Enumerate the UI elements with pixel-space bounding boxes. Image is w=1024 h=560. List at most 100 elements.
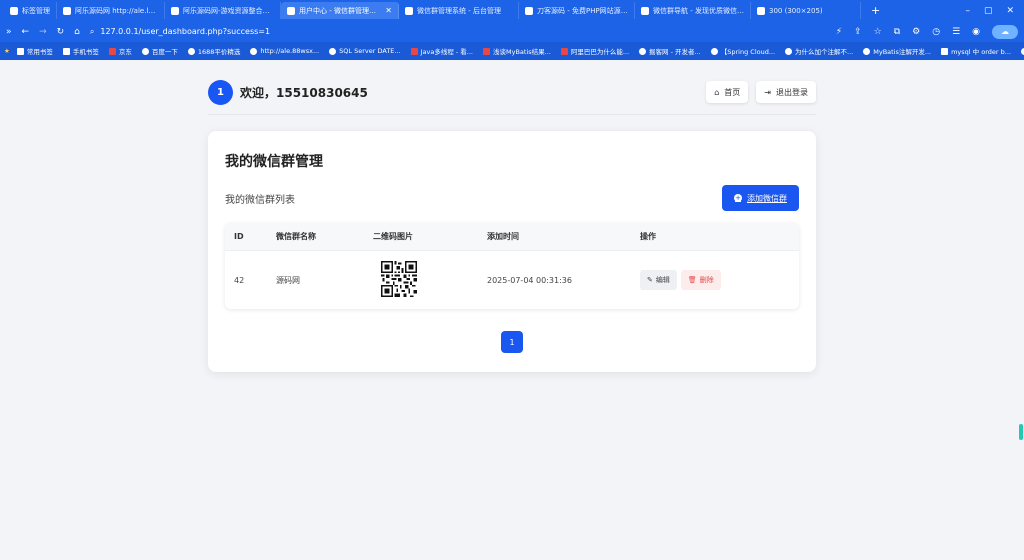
bookmark-6[interactable]: SQL Server DATE... <box>326 47 403 55</box>
bookmark-icon <box>329 47 337 55</box>
logout-button[interactable]: ⇥ 退出登录 <box>756 81 816 103</box>
reload-icon[interactable]: ↻ <box>57 27 65 37</box>
search-icon: ⌕ <box>89 26 95 36</box>
settings-icon[interactable]: ⚙ <box>912 27 920 37</box>
delete-button[interactable]: 🗑 删除 <box>680 270 721 290</box>
bookmark-icon <box>16 47 24 55</box>
bookmark-0[interactable]: 常用书签 <box>14 46 56 56</box>
tab-favicon-icon <box>287 6 295 15</box>
extensions-icon[interactable]: ⧉ <box>894 27 900 37</box>
add-group-button[interactable]: + 添加微信群 <box>722 185 799 211</box>
bookmark-icon <box>62 47 70 55</box>
history-icon[interactable]: ◷ <box>932 27 940 37</box>
bookmark-13[interactable]: MyBatis注解开发... <box>860 46 934 56</box>
bookmark-icon <box>410 47 418 55</box>
maximize-icon[interactable]: ▢ <box>984 6 993 16</box>
bookmark-star-icon: ★ <box>4 47 10 55</box>
bookmarks-bar: ★ 常用书签 手机书签 京东 百度一下 1688平价精选 http://ale.… <box>0 42 1024 60</box>
groups-table: ID 微信群名称 二维码图片 添加时间 操作 42 源码网 2025-07-04… <box>225 223 799 309</box>
table-row: 42 源码网 2025-07-04 00:31:36 ✎ 编辑 🗑 删除 <box>225 251 799 309</box>
bookmark-2[interactable]: 京东 <box>106 46 135 56</box>
bookmark-icon <box>483 47 490 55</box>
close-window-icon[interactable]: ✕ <box>1006 6 1014 16</box>
profile-icon[interactable]: ◉ <box>972 27 980 37</box>
row-qr <box>373 261 487 299</box>
bookmark-icon <box>941 47 949 55</box>
share-icon[interactable]: ⇪ <box>854 27 862 37</box>
page-content: 1 欢迎，15510830645 ⌂ 首页 ⇥ 退出登录 我的微信群管理 我的微… <box>208 60 816 372</box>
header-divider <box>208 114 816 115</box>
new-tab-icon[interactable]: + <box>861 4 890 17</box>
bookmark-icon <box>785 47 793 55</box>
bookmark-8[interactable]: 浅谈MyBatis结果... <box>480 46 554 56</box>
row-id: 42 <box>234 275 245 285</box>
bookmark-12[interactable]: 为什么加个注解不... <box>782 46 856 56</box>
tab-active[interactable]: 用户中心 - 微信群管理系统 ✕ <box>281 2 399 19</box>
url-text: 127.0.0.1/user_dashboard.php?success=1 <box>100 27 271 36</box>
minimize-icon[interactable]: – <box>965 6 970 16</box>
tab-favicon-icon <box>525 6 533 15</box>
address-bar[interactable]: ⌕ 127.0.0.1/user_dashboard.php?success=1 <box>90 27 270 37</box>
bookmark-5[interactable]: http://ale.88wsx... <box>247 47 322 55</box>
row-name: 源码网 <box>276 275 300 285</box>
welcome-text: 欢迎，15510830645 <box>240 85 368 100</box>
window-controls: – ▢ ✕ <box>965 6 1024 16</box>
edit-icon: ✎ <box>647 276 653 284</box>
row-time: 2025-07-04 00:31:36 <box>487 275 572 285</box>
tab-1[interactable]: 阿乐源码网 http://ale.leleyang... <box>57 2 165 19</box>
bookmark-4[interactable]: 1688平价精选 <box>185 46 244 56</box>
tab-2[interactable]: 阿乐源码网-游戏资源整合网站,本... <box>165 2 281 19</box>
sidebar-toggle-icon[interactable]: » <box>6 27 12 37</box>
bookmark-7[interactable]: Java多线程 - 看... <box>408 46 476 56</box>
bookmark-icon <box>141 47 149 55</box>
edit-button[interactable]: ✎ 编辑 <box>640 270 677 290</box>
list-subtitle: 我的微信群列表 <box>225 194 295 206</box>
tab-favicon-icon <box>63 6 71 15</box>
forward-icon[interactable]: → <box>39 27 47 37</box>
tab-4[interactable]: 微信群管理系统 - 后台管理 <box>399 2 519 19</box>
page-header: 1 欢迎，15510830645 ⌂ 首页 ⇥ 退出登录 <box>208 78 816 106</box>
bookmark-1[interactable]: 手机书签 <box>60 46 102 56</box>
bookmark-icon <box>108 47 116 55</box>
header-qr: 二维码图片 <box>373 232 413 241</box>
row-actions: ✎ 编辑 🗑 删除 <box>640 270 799 290</box>
scroll-indicator[interactable] <box>1019 424 1023 440</box>
pagination: 1 <box>225 331 799 353</box>
home-icon[interactable]: ⌂ <box>74 27 80 37</box>
groups-card: 我的微信群管理 我的微信群列表 + 添加微信群 ID 微信群名称 二维码图片 添… <box>208 131 816 372</box>
tab-7[interactable]: 300 (300×205) <box>751 2 861 19</box>
tab-favicon-icon <box>757 6 765 15</box>
tab-6[interactable]: 微信群导航 - 发现优质微信群,... <box>635 2 751 19</box>
bookmark-10[interactable]: 掘客网 - 开发者... <box>636 46 704 56</box>
bookmark-icon <box>710 47 718 55</box>
bookmark-icon <box>250 47 258 55</box>
bookmark-15[interactable]: 知 十 <box>1018 46 1024 56</box>
tab-5[interactable]: 刀客源码 - 免费PHP网站源码模... <box>519 2 635 19</box>
qr-code-icon[interactable] <box>381 261 417 297</box>
home-button[interactable]: ⌂ 首页 <box>706 81 749 103</box>
lightning-icon[interactable]: ⚡ <box>836 27 842 37</box>
table-header: ID 微信群名称 二维码图片 添加时间 操作 <box>225 223 799 251</box>
card-title: 我的微信群管理 <box>225 154 323 170</box>
bookmark-3[interactable]: 百度一下 <box>139 46 181 56</box>
home-icon: ⌂ <box>714 87 720 97</box>
back-icon[interactable]: ← <box>22 27 30 37</box>
tab-0[interactable]: 标签管理 <box>4 2 57 19</box>
logout-icon: ⇥ <box>764 87 771 97</box>
tab-favicon-icon <box>641 6 649 15</box>
bookmark-icon <box>639 47 647 55</box>
star-icon[interactable]: ☆ <box>874 27 882 37</box>
header-time: 添加时间 <box>487 232 519 241</box>
browser-tab-bar: 标签管理 阿乐源码网 http://ale.leleyang... 阿乐源码网-… <box>0 0 1024 21</box>
cloud-icon[interactable]: ☁ <box>992 24 1018 39</box>
tab-favicon-icon <box>171 6 179 15</box>
avatar: 1 <box>208 79 233 105</box>
page-1-button[interactable]: 1 <box>501 331 523 353</box>
bookmark-11[interactable]: 【Spring Cloud... <box>708 46 778 56</box>
tab-close-icon[interactable]: ✕ <box>385 6 392 15</box>
tab-favicon-icon <box>10 6 18 15</box>
menu-icon[interactable]: ☰ <box>952 27 960 37</box>
bookmark-14[interactable]: mysql 中 order b... <box>938 46 1014 56</box>
bookmark-9[interactable]: 阿里巴巴为什么能... <box>558 46 632 56</box>
bookmark-icon <box>863 47 871 55</box>
